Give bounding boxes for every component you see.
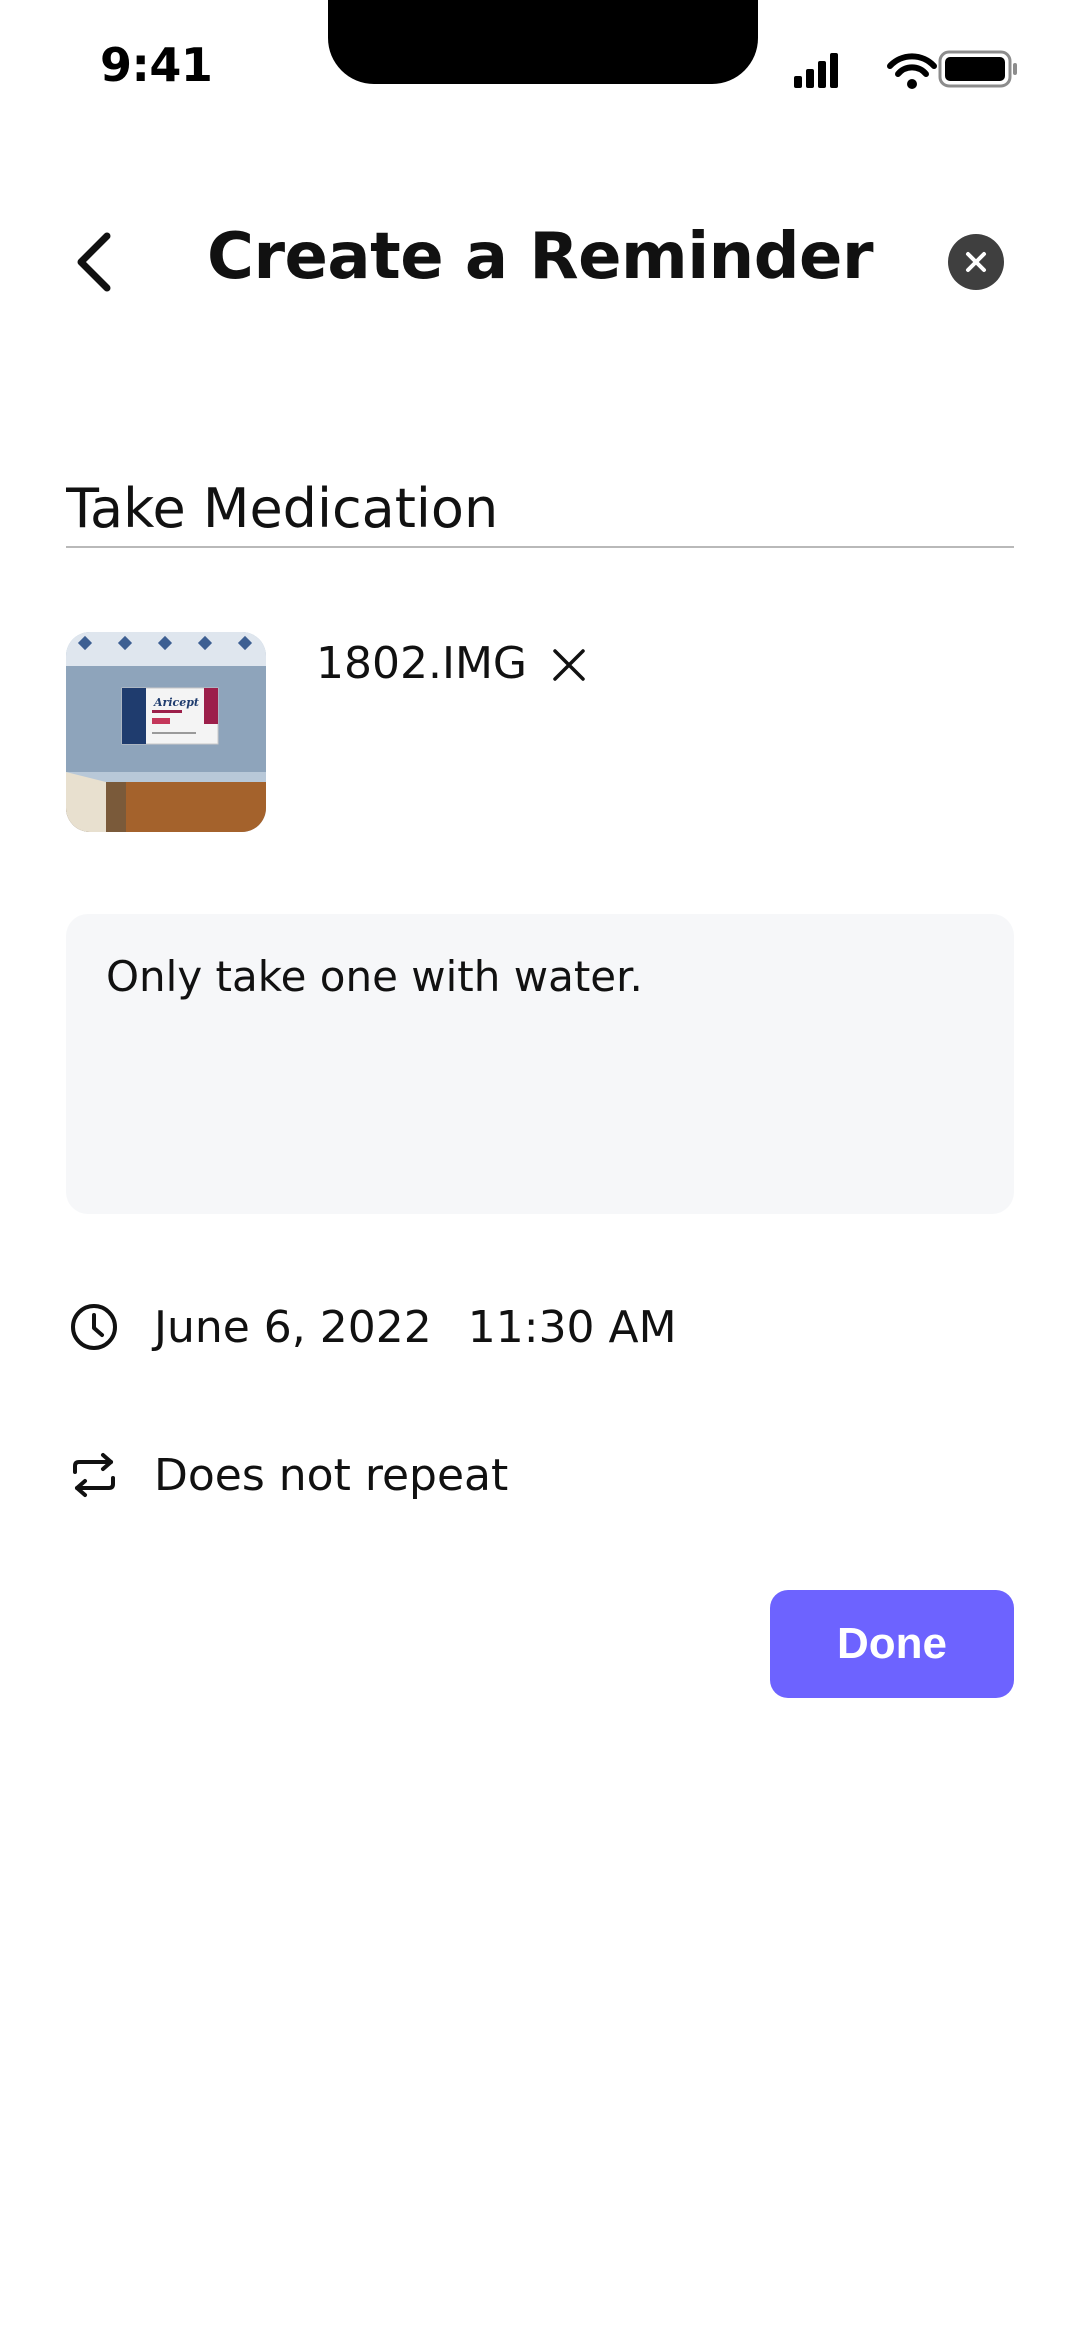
notes-textarea[interactable]: Only take one with water. (66, 914, 1014, 1214)
clock-icon (66, 1299, 122, 1355)
done-button[interactable]: Done (770, 1590, 1014, 1698)
attachment-thumbnail[interactable]: Aricept (66, 632, 266, 832)
close-circle-icon (966, 252, 986, 272)
close-button[interactable] (948, 234, 1004, 290)
wifi-icon (887, 53, 937, 89)
reminder-time: 11:30 AM (467, 1301, 677, 1353)
repeat-label: Does not repeat (154, 1449, 509, 1501)
close-icon (553, 649, 585, 681)
page-title: Create a Reminder (206, 220, 874, 294)
repeat-row[interactable]: Does not repeat (66, 1440, 508, 1510)
svg-text:Aricept: Aricept (153, 696, 199, 709)
repeat-icon (66, 1447, 122, 1503)
date-time-row[interactable]: June 6, 2022 11:30 AM (66, 1292, 677, 1362)
reminder-title-input[interactable] (66, 470, 1014, 548)
device-notch (328, 0, 758, 84)
attachment-filename: 1802.IMG (316, 638, 527, 689)
signal-icon (794, 53, 838, 88)
remove-attachment-button[interactable] (544, 640, 594, 690)
reminder-date: June 6, 2022 (154, 1301, 432, 1353)
status-icons (790, 50, 1020, 90)
medication-photo: Aricept (66, 632, 266, 832)
battery-icon (938, 50, 1017, 88)
status-time: 9:41 (100, 38, 213, 92)
